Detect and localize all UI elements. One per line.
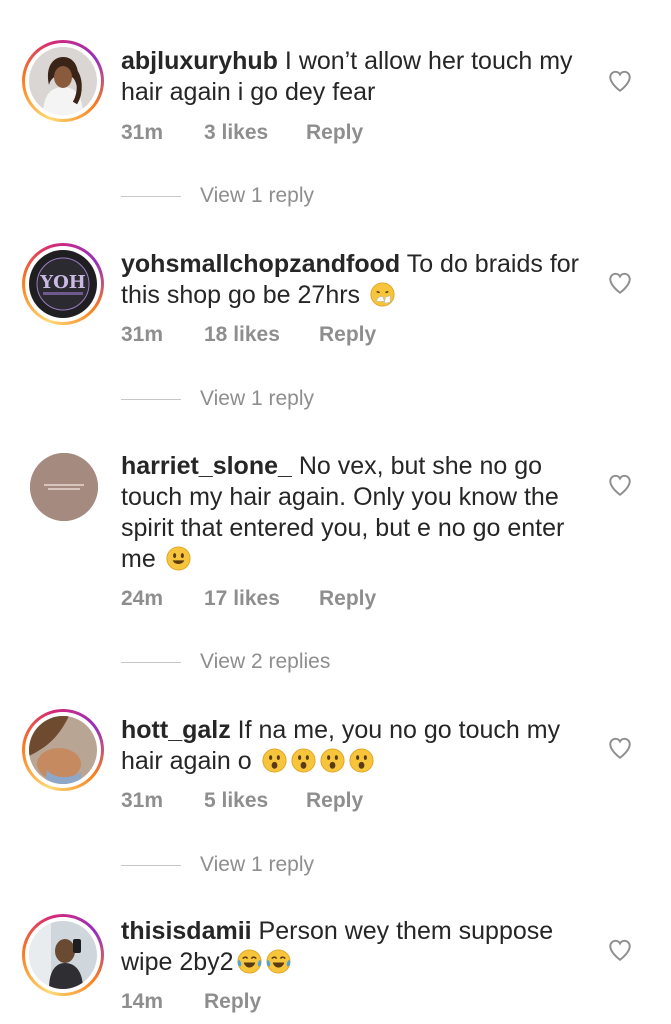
laughing-tears-face-icon [266, 949, 291, 974]
comment-likes[interactable]: 17 likes [204, 587, 319, 611]
sneezing-face-icon [370, 282, 395, 307]
comment-text: hott_galz If na me, you no go touch my h… [121, 715, 591, 777]
avatar [29, 921, 97, 989]
divider-line [121, 661, 181, 663]
divider-line [121, 398, 181, 400]
avatar [29, 47, 97, 115]
avatar [29, 716, 97, 784]
heart-outline-icon[interactable] [607, 735, 633, 761]
comment-time: 14m [121, 990, 164, 1013]
comment-text: abjluxuryhub I won’t allow her touch my … [121, 46, 591, 108]
comment-username[interactable]: yohsmallchopzandfood [121, 250, 400, 278]
comment-likes[interactable]: 3 likes [204, 121, 306, 145]
heart-outline-icon[interactable] [607, 68, 633, 94]
view-replies-label: View 1 reply [200, 853, 315, 876]
view-replies-label: View 2 replies [200, 650, 331, 673]
view-replies-label: View 1 reply [200, 184, 315, 207]
emoji-group [234, 948, 292, 976]
astonished-face-icon [291, 748, 316, 773]
comment-time: 31m [121, 323, 164, 346]
reply-button[interactable]: Reply [306, 789, 363, 813]
comment-meta: 24m 17 likes Reply [121, 587, 376, 611]
reply-button[interactable]: Reply [306, 121, 363, 145]
comment-likes[interactable]: 18 likes [204, 323, 319, 347]
astonished-face-icon [262, 748, 287, 773]
comment-username[interactable]: hott_galz [121, 716, 231, 744]
comment-likes[interactable]: 5 likes [204, 789, 306, 813]
reply-button[interactable]: Reply [319, 587, 376, 611]
avatar-story-ring[interactable] [22, 40, 104, 122]
smiley-face-icon [166, 546, 191, 571]
comment-username[interactable]: harriet_slone_ [121, 452, 292, 480]
heart-outline-icon[interactable] [607, 472, 633, 498]
emoji-group [259, 747, 375, 775]
astonished-face-icon [320, 748, 345, 773]
comment-username[interactable]: abjluxuryhub [121, 47, 278, 75]
avatar: YOH [29, 250, 97, 318]
comment-time: 31m [121, 121, 164, 144]
divider-line [121, 195, 181, 197]
heart-outline-icon[interactable] [607, 270, 633, 296]
reply-button[interactable]: Reply [319, 323, 376, 347]
avatar-story-ring[interactable]: YOH [22, 243, 104, 325]
avatar[interactable] [30, 453, 98, 521]
comment-time: 24m [121, 587, 164, 610]
view-replies-button[interactable]: View 2 replies [121, 650, 330, 674]
comment-time: 31m [121, 789, 164, 812]
comment-meta: 31m 3 likes Reply [121, 121, 363, 145]
comment-text: harriet_slone_ No vex, but she no go tou… [121, 451, 591, 575]
divider-line [121, 864, 181, 866]
comment-meta: 14m Reply [121, 990, 261, 1014]
comment-text: yohsmallchopzandfood To do braids for th… [121, 249, 591, 311]
astonished-face-icon [349, 748, 374, 773]
reply-button[interactable]: Reply [204, 990, 261, 1014]
laughing-tears-face-icon [237, 949, 262, 974]
comment-text: thisisdamii Person wey them suppose wipe… [121, 916, 591, 978]
view-replies-label: View 1 reply [200, 387, 315, 410]
view-replies-button[interactable]: View 1 reply [121, 853, 314, 877]
comment-username[interactable]: thisisdamii [121, 917, 252, 945]
view-replies-button[interactable]: View 1 reply [121, 184, 314, 208]
heart-outline-icon[interactable] [607, 937, 633, 963]
view-replies-button[interactable]: View 1 reply [121, 387, 314, 411]
comment-meta: 31m 5 likes Reply [121, 789, 363, 813]
avatar-story-ring[interactable] [22, 914, 104, 996]
avatar-story-ring[interactable] [22, 709, 104, 791]
comment-meta: 31m 18 likes Reply [121, 323, 376, 347]
svg-text:YOH: YOH [39, 272, 86, 293]
